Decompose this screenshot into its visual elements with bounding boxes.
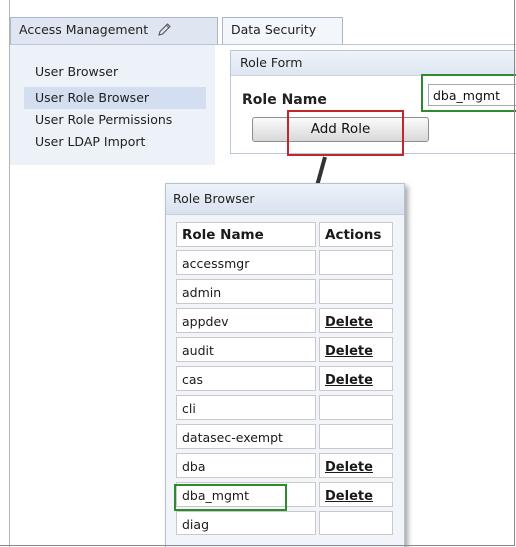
table-row-action bbox=[319, 395, 393, 420]
table-row-action: Delete bbox=[319, 308, 393, 333]
sidebar-item-user-role-permissions[interactable]: User Role Permissions bbox=[24, 109, 206, 131]
table-row-action bbox=[319, 250, 393, 275]
tab-access-management[interactable]: Access Management bbox=[10, 17, 218, 44]
tab-label: Access Management bbox=[19, 22, 149, 37]
table-row-action: Delete bbox=[319, 453, 393, 478]
role-form-title: Role Form bbox=[231, 51, 516, 76]
table-row-name: audit bbox=[176, 337, 316, 362]
column-header-actions: Actions bbox=[319, 222, 393, 247]
table-row-name: cli bbox=[176, 395, 316, 420]
highlight-box-add-role bbox=[287, 110, 404, 156]
table-row-action bbox=[319, 279, 393, 304]
table-row-action: Delete bbox=[319, 337, 393, 362]
table-row-name: cas bbox=[176, 366, 316, 391]
table-row-name: datasec-exempt bbox=[176, 424, 316, 449]
tab-data-security[interactable]: Data Security bbox=[222, 17, 343, 44]
table-row-name: appdev bbox=[176, 308, 316, 333]
pencil-icon[interactable] bbox=[157, 22, 172, 37]
table-row-action: Delete bbox=[319, 366, 393, 391]
table-row-name: accessmgr bbox=[176, 250, 316, 275]
highlight-box-row bbox=[174, 484, 287, 511]
table-row-action: Delete bbox=[319, 482, 393, 507]
tab-label: Data Security bbox=[231, 22, 317, 37]
sidebar-item-user-ldap-import[interactable]: User LDAP Import bbox=[24, 131, 206, 153]
tab-bar: Access Management Data Security bbox=[10, 17, 516, 45]
table-row-action bbox=[319, 424, 393, 449]
role-name-input[interactable] bbox=[428, 84, 516, 106]
table-row-name: diag bbox=[176, 511, 316, 535]
sidebar-item-user-browser[interactable]: User Browser bbox=[24, 61, 206, 83]
table-row-name: dba bbox=[176, 453, 316, 478]
role-name-label: Role Name bbox=[242, 92, 327, 108]
delete-link[interactable]: Delete bbox=[325, 489, 373, 504]
sidebar: User Browser User Role Browser User Role… bbox=[10, 45, 215, 165]
delete-link[interactable]: Delete bbox=[325, 315, 373, 330]
delete-link[interactable]: Delete bbox=[325, 373, 373, 388]
table-row-action bbox=[319, 511, 393, 535]
delete-link[interactable]: Delete bbox=[325, 460, 373, 475]
role-browser-title: Role Browser bbox=[166, 184, 404, 215]
table-row-name: admin bbox=[176, 279, 316, 304]
column-header-role-name: Role Name bbox=[176, 222, 316, 247]
delete-link[interactable]: Delete bbox=[325, 344, 373, 359]
sidebar-item-user-role-browser[interactable]: User Role Browser bbox=[24, 87, 206, 109]
